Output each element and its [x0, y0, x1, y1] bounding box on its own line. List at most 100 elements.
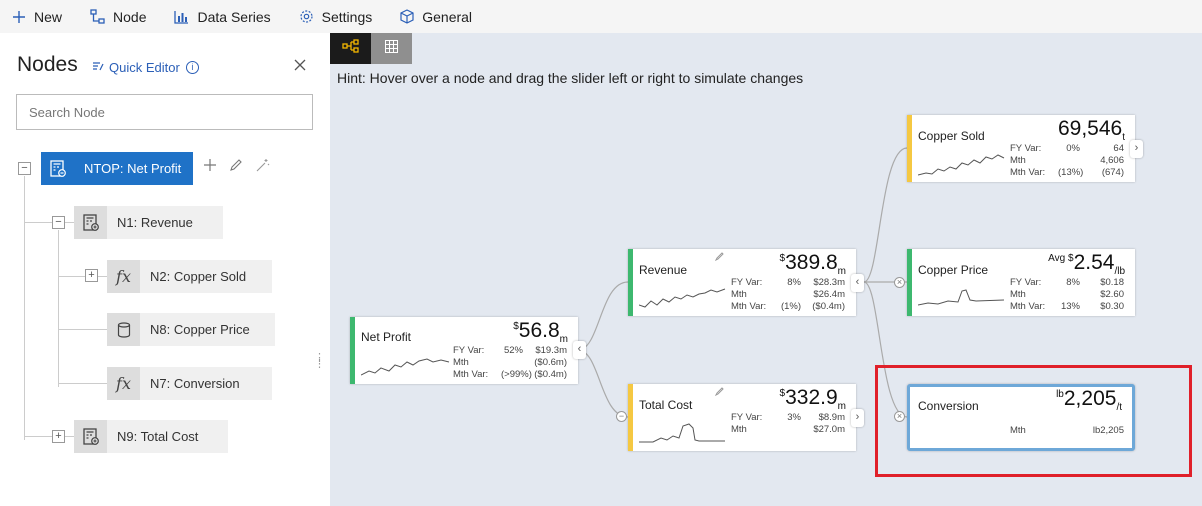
sparkline — [361, 358, 450, 376]
node-button-label: Node — [113, 8, 147, 25]
quick-editor-icon — [92, 60, 104, 75]
tree-line — [24, 222, 74, 223]
node-card-revenue[interactable]: Revenue $389.8m FY Var: 8% $28.3m Mth $26.4… — [628, 249, 856, 316]
sparkline — [639, 423, 725, 443]
plus-icon — [12, 10, 26, 24]
edit-pencil-icon[interactable] — [714, 387, 724, 399]
tree-line — [58, 383, 108, 384]
node-card-value: 69,546t — [1057, 117, 1125, 144]
tree-node-copper-price[interactable]: N8: Copper Price — [107, 313, 275, 346]
tree-node-label: N1: Revenue — [117, 215, 193, 230]
node-card-value: $389.8m — [779, 251, 846, 278]
node-card-name: Total Cost — [639, 398, 693, 412]
stat-row: Mth Var: 13% $0.30 — [1010, 301, 1124, 312]
tree-node-label: N8: Copper Price — [150, 322, 250, 337]
tree-node-copper-sold[interactable]: fx N2: Copper Sold — [107, 260, 273, 293]
tree-node-label: N9: Total Cost — [117, 429, 199, 444]
multiply-operator-icon: × — [894, 277, 905, 288]
node-card-name: Copper Price — [918, 263, 989, 277]
collapse-toggle[interactable]: − — [18, 162, 31, 175]
node-card-name: Net Profit — [361, 330, 412, 344]
calculator-icon — [41, 152, 74, 185]
tree-node-conversion[interactable]: fx N7: Conversion — [107, 367, 272, 400]
stat-row: Mth $27.0m — [731, 424, 845, 435]
sparkline — [918, 289, 1005, 306]
edit-pencil-icon[interactable] — [714, 252, 724, 264]
calculator-icon — [74, 420, 107, 453]
collapse-toggle[interactable]: − — [52, 216, 65, 229]
stat-row: FY Var: 0% 64 — [1010, 143, 1124, 154]
expand-arrow-icon[interactable]: › — [1130, 140, 1143, 158]
stat-row: Mth $26.4m — [731, 289, 845, 300]
function-icon: fx — [107, 260, 140, 293]
close-panel-icon[interactable] — [294, 55, 306, 76]
node-card-value: Avg $2.54/lb — [1048, 251, 1125, 278]
sparkline — [918, 154, 1005, 176]
tree-node-net-profit[interactable]: NTOP: Net Profit — [41, 152, 194, 185]
node-button[interactable]: Node — [76, 0, 160, 33]
collapse-arrow-icon[interactable]: ‹ — [573, 341, 586, 359]
expand-toggle[interactable]: + — [85, 269, 98, 282]
expand-arrow-icon[interactable]: › — [851, 409, 864, 427]
panel-resize-handle[interactable]: ⋮ ⋮ — [314, 353, 325, 370]
tree-node-total-cost[interactable]: N9: Total Cost — [74, 420, 229, 453]
bar-chart-icon — [174, 10, 189, 24]
stat-row: Mth Var: (13%) (674) — [1010, 167, 1124, 178]
quick-editor-link[interactable]: Quick Editor i — [92, 60, 199, 75]
database-icon — [107, 313, 140, 346]
node-card-total-cost[interactable]: Total Cost $332.9m FY Var: 3% $8.9m Mth $27… — [628, 384, 856, 451]
function-icon: fx — [107, 367, 140, 400]
node-card-copper-price[interactable]: Copper Price Avg $2.54/lb FY Var: 8% $0.18… — [907, 249, 1135, 316]
stat-row: Mth ($0.6m) — [453, 357, 567, 368]
tree-line — [24, 436, 74, 437]
data-series-button[interactable]: Data Series — [160, 0, 284, 33]
stat-row: FY Var: 8% $28.3m — [731, 277, 845, 288]
tree-node-label: N2: Copper Sold — [150, 269, 247, 284]
tree-node-revenue[interactable]: N1: Revenue — [74, 206, 223, 239]
settings-button[interactable]: Settings — [285, 0, 387, 33]
node-card-name: Copper Sold — [918, 129, 985, 143]
tree-line — [58, 230, 59, 387]
selection-highlight-box — [875, 365, 1192, 477]
info-icon[interactable]: i — [185, 61, 199, 74]
nodes-panel: Nodes Quick Editor i − − + + NTOP: Net P… — [0, 33, 330, 506]
stat-row: Mth 4,606 — [1010, 155, 1124, 166]
tree-line — [58, 329, 108, 330]
calculator-icon — [74, 206, 107, 239]
node-card-value: $56.8m — [513, 319, 568, 346]
cube-icon — [400, 9, 414, 24]
node-card-value: $332.9m — [779, 386, 846, 413]
collapse-arrow-icon[interactable]: ‹ — [851, 274, 864, 292]
gear-icon — [299, 9, 314, 24]
node-card-copper-sold[interactable]: Copper Sold 69,546t FY Var: 0% 64 Mth 4,606… — [907, 115, 1135, 182]
general-button-label: General — [422, 8, 473, 25]
top-toolbar: New Node Data Series Settings General — [0, 0, 1202, 33]
add-child-icon[interactable] — [204, 158, 216, 176]
search-node-input[interactable] — [16, 94, 313, 130]
panel-title: Nodes — [17, 53, 78, 76]
tree-node-label: N7: Conversion — [150, 376, 240, 391]
tree-node-label: NTOP: Net Profit — [84, 161, 182, 176]
stat-row: Mth Var: (>99%) ($0.4m) — [453, 369, 567, 380]
tree-node-actions — [204, 158, 270, 176]
minus-operator-icon: − — [616, 411, 627, 422]
stat-row: FY Var: 52% $19.3m — [453, 345, 567, 356]
general-button[interactable]: General — [386, 0, 486, 33]
node-tree-icon — [90, 9, 105, 24]
tree-line — [24, 176, 25, 440]
stat-row: FY Var: 8% $0.18 — [1010, 277, 1124, 288]
stat-row: FY Var: 3% $8.9m — [731, 412, 845, 423]
stat-row: Mth $2.60 — [1010, 289, 1124, 300]
magic-wand-icon[interactable] — [256, 158, 270, 176]
settings-button-label: Settings — [321, 8, 373, 25]
expand-toggle[interactable]: + — [52, 430, 65, 443]
node-card-net-profit[interactable]: Net Profit $56.8m FY Var: 52% $19.3m Mth ($… — [350, 317, 578, 384]
new-button-label: New — [34, 8, 63, 25]
stat-row: Mth Var: (1%) ($0.4m) — [731, 301, 845, 312]
edit-pencil-icon[interactable] — [230, 158, 242, 176]
data-series-button-label: Data Series — [197, 8, 271, 25]
sparkline — [639, 288, 726, 308]
new-button[interactable]: New — [0, 0, 76, 33]
quick-editor-label: Quick Editor — [109, 60, 180, 75]
node-card-name: Revenue — [639, 263, 688, 277]
